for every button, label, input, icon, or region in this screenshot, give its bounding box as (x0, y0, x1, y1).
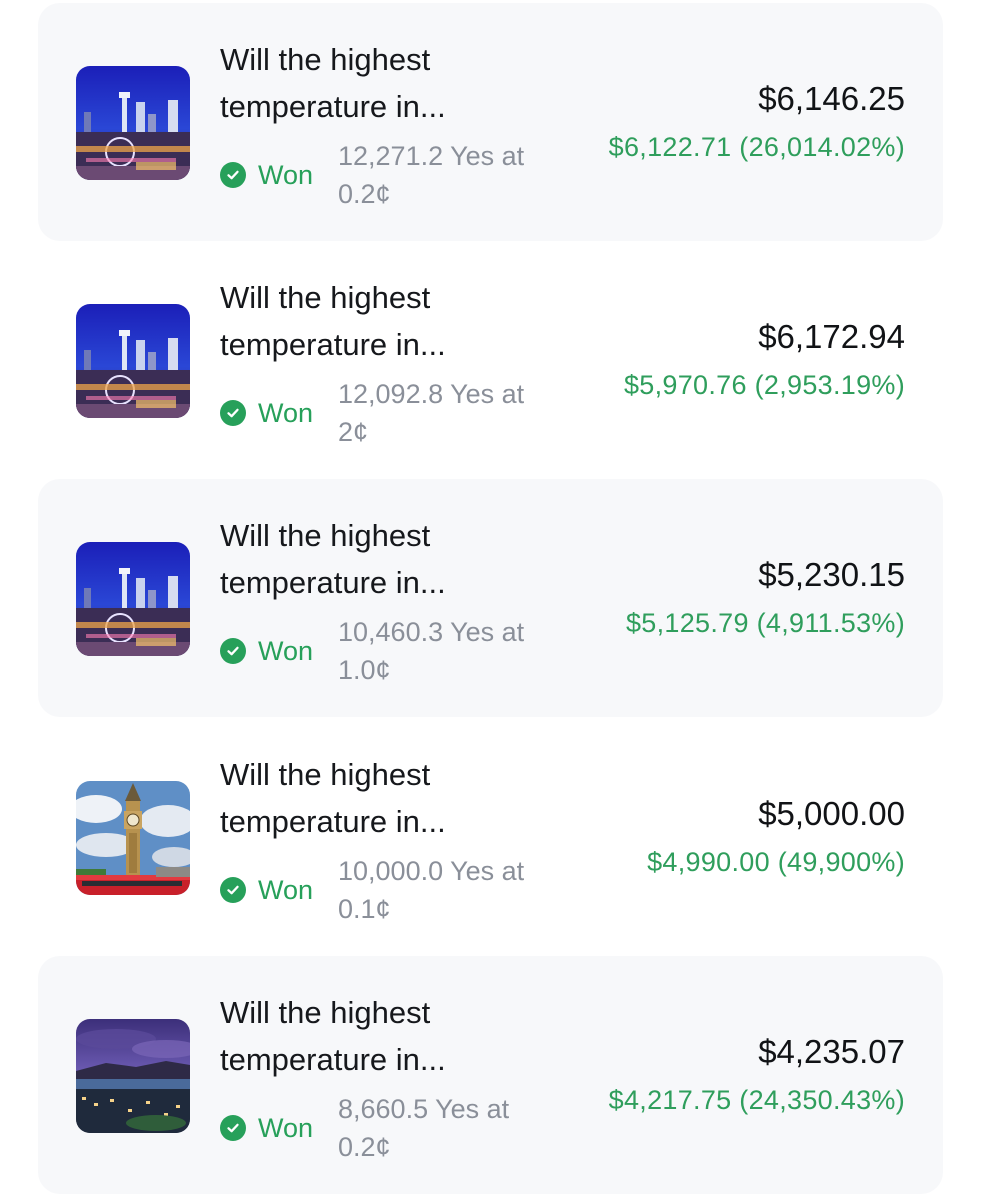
shares-price: 1.0¢ (338, 655, 391, 685)
market-title[interactable]: Will the highest temperature in... (220, 751, 520, 845)
status-badge: Won (220, 1108, 313, 1148)
position-row[interactable]: Will the highest temperature in... Won 1… (38, 479, 943, 717)
market-title-line: Will the highest (220, 995, 431, 1030)
market-title-line: Will the highest (220, 757, 431, 792)
shares-line: 10,460.3 Yes at (338, 617, 525, 647)
profit-loss: $4,990.00 (49,900%) (647, 847, 905, 877)
market-title-line: Will the highest (220, 42, 431, 77)
market-title[interactable]: Will the highest temperature in... (220, 989, 520, 1083)
profit-loss: $5,125.79 (4,911.53%) (625, 608, 905, 638)
market-title[interactable]: Will the highest temperature in... (220, 512, 520, 606)
check-circle-icon (220, 400, 246, 426)
city-skyline-night-thumbnail[interactable] (76, 304, 190, 418)
profit-loss: $6,122.71 (26,014.02%) (608, 132, 905, 162)
market-title-line: temperature in... (220, 804, 446, 839)
market-title-line: Will the highest (220, 280, 431, 315)
status-label: Won (258, 874, 314, 905)
coastal-city-dusk-thumbnail[interactable] (76, 1019, 190, 1133)
position-row[interactable]: Will the highest temperature in... Won 1… (38, 3, 943, 241)
check-circle-icon (220, 877, 246, 903)
position-row[interactable]: Will the highest temperature in... Won 1… (38, 241, 943, 479)
position-value: $6,146.25 (758, 80, 905, 117)
shares-info: 12,092.8 Yes at 2¢ (338, 375, 558, 451)
shares-info: 8,660.5 Yes at 0.2¢ (338, 1090, 558, 1166)
market-title-line: temperature in... (220, 327, 446, 362)
market-title-line: Will the highest (220, 518, 431, 553)
check-circle-icon (220, 638, 246, 664)
shares-line: 12,092.8 Yes at (338, 379, 525, 409)
shares-line: 10,000.0 Yes at (338, 856, 525, 886)
shares-info: 12,271.2 Yes at 0.2¢ (338, 137, 558, 213)
position-value: $5,000.00 (758, 795, 905, 832)
check-circle-icon (220, 162, 246, 188)
status-label: Won (258, 635, 314, 666)
shares-price: 0.1¢ (338, 894, 391, 924)
position-value: $6,172.94 (758, 318, 905, 355)
market-title-line: temperature in... (220, 1042, 446, 1077)
position-row[interactable]: Will the highest temperature in... Won 1… (38, 718, 943, 956)
market-title[interactable]: Will the highest temperature in... (220, 274, 520, 368)
position-value: $5,230.15 (758, 556, 905, 593)
shares-line: 8,660.5 Yes at (338, 1094, 510, 1124)
shares-price: 0.2¢ (338, 1132, 391, 1162)
check-circle-icon (220, 1115, 246, 1141)
market-title[interactable]: Will the highest temperature in... (220, 36, 520, 130)
profit-loss: $5,970.76 (2,953.19%) (623, 370, 905, 400)
status-label: Won (258, 1112, 314, 1143)
status-badge: Won (220, 393, 313, 433)
market-title-line: temperature in... (220, 89, 446, 124)
status-badge: Won (220, 631, 313, 671)
shares-info: 10,460.3 Yes at 1.0¢ (338, 613, 558, 689)
shares-price: 2¢ (338, 417, 369, 447)
shares-info: 10,000.0 Yes at 0.1¢ (338, 852, 558, 928)
clock-tower-thumbnail[interactable] (76, 781, 190, 895)
status-badge: Won (220, 155, 313, 195)
shares-price: 0.2¢ (338, 179, 391, 209)
city-skyline-night-thumbnail[interactable] (76, 542, 190, 656)
market-title-line: temperature in... (220, 565, 446, 600)
city-skyline-night-thumbnail[interactable] (76, 66, 190, 180)
status-label: Won (258, 159, 314, 190)
status-label: Won (258, 397, 314, 428)
shares-line: 12,271.2 Yes at (338, 141, 525, 171)
positions-list: Will the highest temperature in... Won 1… (0, 0, 982, 1200)
profit-loss: $4,217.75 (24,350.43%) (608, 1085, 905, 1115)
position-row[interactable]: Will the highest temperature in... Won 8… (38, 956, 943, 1194)
position-value: $4,235.07 (758, 1033, 905, 1070)
status-badge: Won (220, 870, 313, 910)
